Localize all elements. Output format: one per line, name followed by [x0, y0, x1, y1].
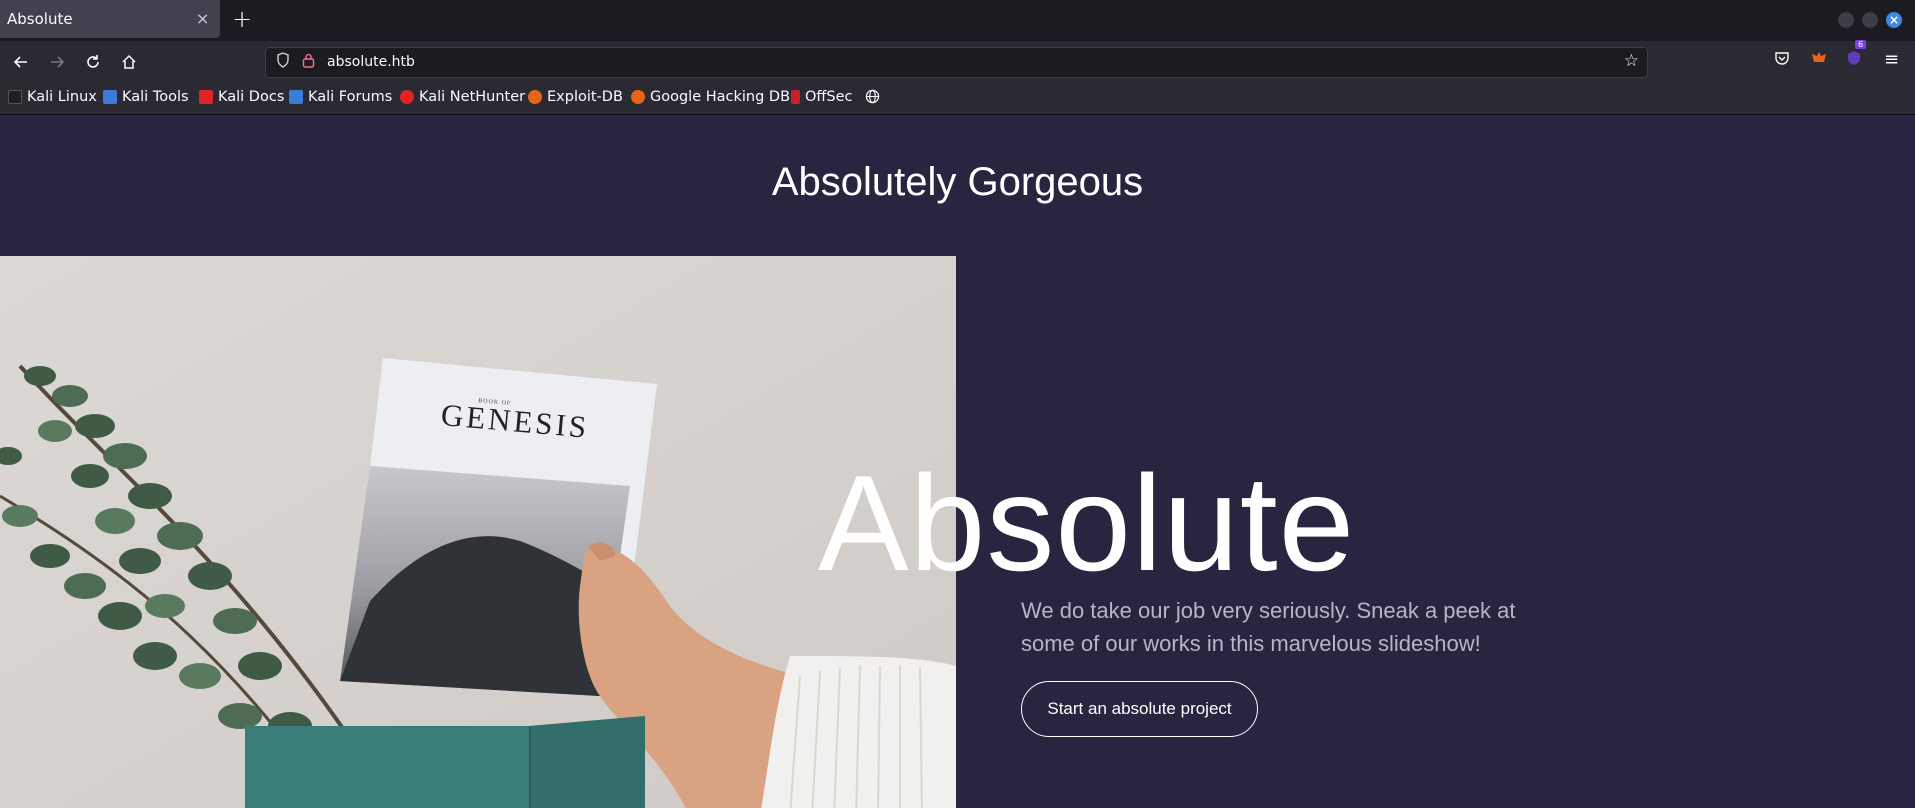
- back-arrow-icon[interactable]: [8, 49, 34, 75]
- forward-arrow-icon[interactable]: [44, 49, 70, 75]
- new-tab-button[interactable]: +: [232, 5, 252, 33]
- bookmark-label: Kali NetHunter: [419, 89, 526, 105]
- hero-heading: Absolute: [818, 447, 1356, 599]
- bookmark-label: Google Hacking DB: [650, 89, 791, 105]
- exploit-db-icon: [528, 90, 542, 104]
- tab-strip: Absolute × + ×: [0, 0, 1915, 41]
- bookmark-label: Kali Docs: [218, 89, 285, 105]
- bookmark-google-hacking-db[interactable]: Google Hacking DB: [631, 89, 790, 105]
- maximize-button[interactable]: [1862, 12, 1878, 28]
- insecure-lock-icon[interactable]: [302, 52, 315, 72]
- navigation-toolbar: absolute.htb ☆ 6 ≡: [0, 40, 1915, 83]
- globe-icon: [865, 89, 880, 104]
- bookmark-label: Kali Forums: [308, 89, 393, 105]
- bookmark-kali-docs[interactable]: Kali Docs: [199, 89, 284, 105]
- home-icon[interactable]: [116, 49, 142, 75]
- hero-photo: GENESIS BOOK OF: [0, 256, 956, 808]
- extension-shield-icon[interactable]: [1846, 50, 1862, 70]
- close-window-button[interactable]: ×: [1886, 12, 1902, 28]
- kali-nethunter-icon: [400, 90, 414, 104]
- bookmark-kali-linux[interactable]: Kali Linux: [8, 89, 97, 105]
- kali-dragon-icon: [8, 90, 22, 104]
- pocket-icon[interactable]: [1774, 50, 1790, 70]
- minimize-button[interactable]: [1838, 12, 1854, 28]
- bookmark-label: Exploit-DB: [547, 89, 623, 105]
- start-project-button[interactable]: Start an absolute project: [1021, 681, 1258, 737]
- kali-docs-icon: [199, 90, 213, 104]
- web-page: Absolutely Gorgeous GENESIS BOOK OF Abso…: [0, 115, 1915, 808]
- bookmark-kali-forums[interactable]: Kali Forums: [289, 89, 392, 105]
- tab-title: Absolute: [7, 10, 73, 28]
- kali-forums-icon: [289, 90, 303, 104]
- menu-hamburger-icon[interactable]: ≡: [1884, 49, 1899, 70]
- tab-close-icon[interactable]: ×: [196, 9, 209, 28]
- globe-bookmark[interactable]: [865, 89, 880, 104]
- kali-tools-icon: [103, 90, 117, 104]
- bookmark-label: Kali Linux: [27, 89, 97, 105]
- reload-icon[interactable]: [80, 49, 106, 75]
- bookmark-kali-tools[interactable]: Kali Tools: [103, 89, 189, 105]
- extension-badge: 6: [1855, 40, 1867, 49]
- bookmark-label: OffSec: [805, 89, 853, 105]
- bookmarks-toolbar: Kali Linux Kali Tools Kali Docs Kali For…: [0, 83, 1915, 115]
- offsec-icon: [791, 90, 800, 104]
- bookmark-kali-nethunter[interactable]: Kali NetHunter: [400, 89, 525, 105]
- tab-active[interactable]: Absolute ×: [0, 0, 220, 38]
- shield-icon[interactable]: [276, 52, 290, 72]
- bookmark-exploit-db[interactable]: Exploit-DB: [528, 89, 623, 105]
- bookmark-label: Kali Tools: [122, 89, 189, 105]
- url-text[interactable]: absolute.htb: [327, 54, 415, 70]
- bookmark-offsec[interactable]: OffSec: [791, 89, 853, 105]
- ghdb-icon: [631, 90, 645, 104]
- bookmark-star-icon[interactable]: ☆: [1624, 51, 1639, 71]
- foxyproxy-icon[interactable]: [1810, 50, 1828, 70]
- hero-description: We do take our job very seriously. Sneak…: [1021, 598, 1516, 656]
- address-bar[interactable]: absolute.htb ☆: [265, 47, 1648, 78]
- site-title: Absolutely Gorgeous: [771, 160, 1144, 204]
